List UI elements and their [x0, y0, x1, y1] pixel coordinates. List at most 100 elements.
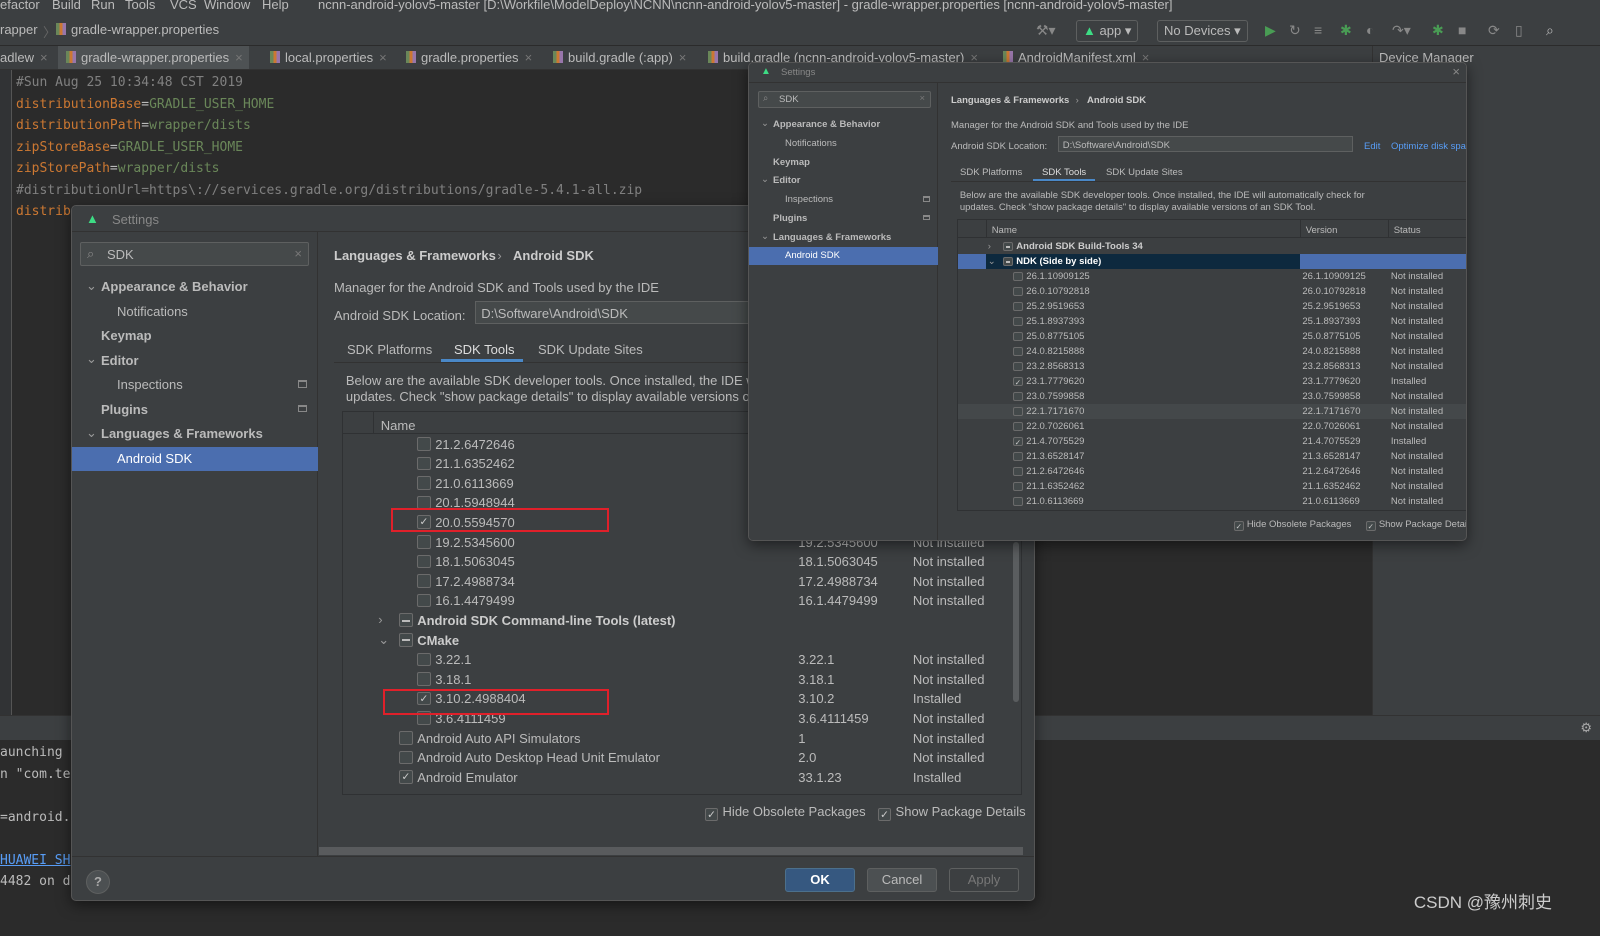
tree-item-android-sdk[interactable]: Android SDK: [117, 451, 192, 466]
checkbox[interactable]: [1013, 331, 1023, 342]
help-button[interactable]: ?: [86, 870, 110, 894]
hammer-build-icon[interactable]: ⚒▾: [1036, 22, 1056, 39]
table-row[interactable]: › Android SDK Build-Tools 34: [958, 239, 1466, 254]
tree-item-languages-frameworks[interactable]: Languages & Frameworks: [101, 426, 263, 441]
clear-search-icon[interactable]: ×: [294, 246, 302, 261]
table-row[interactable]: 26.0.10792818 26.0.10792818 Not installed: [958, 284, 1466, 299]
table-row[interactable]: 21.0.6113669 21.0.6113669 Not installed: [958, 494, 1466, 509]
checkbox[interactable]: [417, 672, 431, 686]
show-package-details-checkbox[interactable]: ✓ Show Package Details: [1366, 519, 1466, 531]
checkbox[interactable]: [1013, 271, 1023, 282]
tab-sdk-tools[interactable]: SDK Tools: [454, 342, 514, 357]
settings-search-input[interactable]: ⌕ SDK ×: [80, 242, 309, 266]
sdk-tools-table[interactable]: Name Version Status › Android SDK Build-Tool…: [957, 219, 1467, 511]
run-icon[interactable]: ▶: [1265, 22, 1276, 39]
tree-item-inspections[interactable]: Inspections: [117, 377, 183, 392]
tab-local-properties[interactable]: local.properties ×: [262, 50, 393, 65]
tree-item-inspections[interactable]: Inspections: [785, 194, 833, 205]
checkbox[interactable]: [417, 554, 431, 569]
menu-build[interactable]: Build: [52, 0, 81, 12]
close-tab-icon[interactable]: ×: [679, 50, 687, 65]
menu-refactor[interactable]: efactor: [0, 0, 40, 12]
tree-item-languages-frameworks[interactable]: Languages & Frameworks: [773, 232, 891, 243]
checkbox[interactable]: ✓: [399, 770, 413, 784]
chevron-down-icon[interactable]: ⌄: [378, 632, 389, 648]
tree-item-android-sdk[interactable]: Android SDK: [785, 250, 840, 261]
close-tab-icon[interactable]: ×: [525, 50, 533, 65]
table-row[interactable]: 25.0.8775105 25.0.8775105 Not installed: [958, 329, 1466, 344]
chevron-down-icon[interactable]: ⌄: [761, 231, 769, 242]
table-row[interactable]: 23.0.7599858 23.0.7599858 Not installed: [958, 389, 1466, 404]
checkbox[interactable]: [399, 730, 413, 745]
apply-changes-icon[interactable]: ↻: [1289, 22, 1301, 39]
checkbox[interactable]: ✓: [705, 808, 718, 821]
table-row[interactable]: 21.3.6528147 21.3.6528147 Not installed: [958, 449, 1466, 464]
table-row[interactable]: 17.2.4988734 17.2.4988734 Not installed: [343, 571, 1021, 591]
checkbox[interactable]: [1013, 361, 1023, 372]
breadcrumb-item[interactable]: rapper: [0, 22, 38, 37]
table-row[interactable]: 16.1.4479499 16.1.4479499 Not installed: [343, 591, 1021, 611]
stop-icon[interactable]: ■: [1458, 22, 1466, 38]
menu-tools[interactable]: Tools: [125, 0, 155, 12]
chevron-down-icon[interactable]: ⌄: [988, 256, 996, 267]
apply-button[interactable]: Apply: [949, 868, 1019, 892]
checkbox[interactable]: [417, 593, 431, 608]
table-row[interactable]: ✓ Android Emulator 33.1.23 Installed: [343, 767, 1021, 787]
breadcrumb-item[interactable]: gradle-wrapper.properties: [56, 22, 219, 37]
checkbox[interactable]: ✓: [1234, 521, 1244, 531]
debug-icon[interactable]: ✱: [1340, 22, 1352, 39]
gear-icon[interactable]: ⚙: [1580, 720, 1592, 736]
search-icon[interactable]: ⌕: [1546, 22, 1554, 39]
table-scrollbar[interactable]: [1466, 230, 1467, 340]
table-row[interactable]: ⌄ CMake: [343, 630, 1021, 650]
checkbox[interactable]: [1013, 286, 1023, 297]
attach-process-icon[interactable]: ✱: [1432, 22, 1444, 39]
checkbox[interactable]: [417, 534, 431, 549]
table-row[interactable]: 3.22.1 3.22.1 Not installed: [343, 650, 1021, 670]
hide-obsolete-checkbox[interactable]: ✓ Hide Obsolete Packages: [1234, 519, 1351, 531]
tree-item-editor[interactable]: Editor: [773, 175, 800, 186]
tab-sdk-tools[interactable]: SDK Tools: [1042, 167, 1086, 178]
show-package-details-checkbox[interactable]: ✓ Show Package Details: [878, 804, 1026, 821]
checkbox[interactable]: [417, 574, 431, 588]
checkbox[interactable]: ✓: [1366, 521, 1376, 531]
chevron-right-icon[interactable]: ›: [378, 612, 382, 627]
cancel-button[interactable]: Cancel: [867, 868, 937, 892]
column-header-name[interactable]: Name: [381, 418, 416, 433]
checkbox[interactable]: [1013, 406, 1023, 417]
checkbox[interactable]: [399, 613, 413, 627]
attach-debugger-icon[interactable]: ↷▾: [1392, 22, 1411, 39]
checkbox[interactable]: [417, 456, 431, 471]
menu-vcs[interactable]: VCS: [170, 0, 197, 12]
tree-item-keymap[interactable]: Keymap: [101, 328, 152, 343]
checkbox[interactable]: [417, 652, 431, 667]
table-row[interactable]: 21.1.6352462 21.1.6352462 Not installed: [958, 479, 1466, 494]
table-row[interactable]: 25.2.9519653 25.2.9519653 Not installed: [958, 299, 1466, 314]
table-row[interactable]: Android Auto Desktop Head Unit Emulator 2…: [343, 748, 1021, 768]
sdk-location-input[interactable]: D:\Software\Android\SDK: [1058, 135, 1353, 153]
menu-run[interactable]: Run: [91, 0, 115, 12]
checkbox[interactable]: [399, 750, 413, 765]
table-row[interactable]: 24.0.8215888 24.0.8215888 Not installed: [958, 344, 1466, 359]
tree-item-appearance-behavior[interactable]: Appearance & Behavior: [101, 279, 248, 294]
checkbox[interactable]: [1003, 241, 1013, 252]
table-row[interactable]: ⌄ NDK (Side by side): [958, 254, 1466, 269]
tree-item-editor[interactable]: Editor: [101, 353, 139, 368]
run-config-dropdown[interactable]: ▲ app ▾: [1076, 20, 1139, 42]
table-row[interactable]: 25.1.8937393 25.1.8937393 Not installed: [958, 314, 1466, 329]
checkbox[interactable]: [1013, 316, 1023, 327]
checkbox[interactable]: [1013, 301, 1023, 312]
close-tab-icon[interactable]: ×: [40, 50, 48, 65]
table-row[interactable]: 3.18.1 3.18.1 Not installed: [343, 669, 1021, 689]
table-row[interactable]: ✓ 21.4.7075529 21.4.7075529 Installed: [958, 434, 1466, 449]
checkbox[interactable]: [417, 436, 431, 451]
apply-code-changes-icon[interactable]: ≡: [1314, 22, 1322, 38]
tree-item-plugins[interactable]: Plugins: [101, 402, 148, 417]
checkbox[interactable]: ✓: [1013, 376, 1023, 387]
close-icon[interactable]: ×: [1452, 64, 1460, 79]
checkbox[interactable]: [1013, 391, 1023, 402]
tab-sdk-update-sites[interactable]: SDK Update Sites: [1106, 167, 1183, 178]
checkbox[interactable]: [1013, 421, 1023, 432]
table-scrollbar[interactable]: [1012, 542, 1020, 702]
settings-search-input[interactable]: ⌕ SDK ×: [758, 91, 931, 108]
